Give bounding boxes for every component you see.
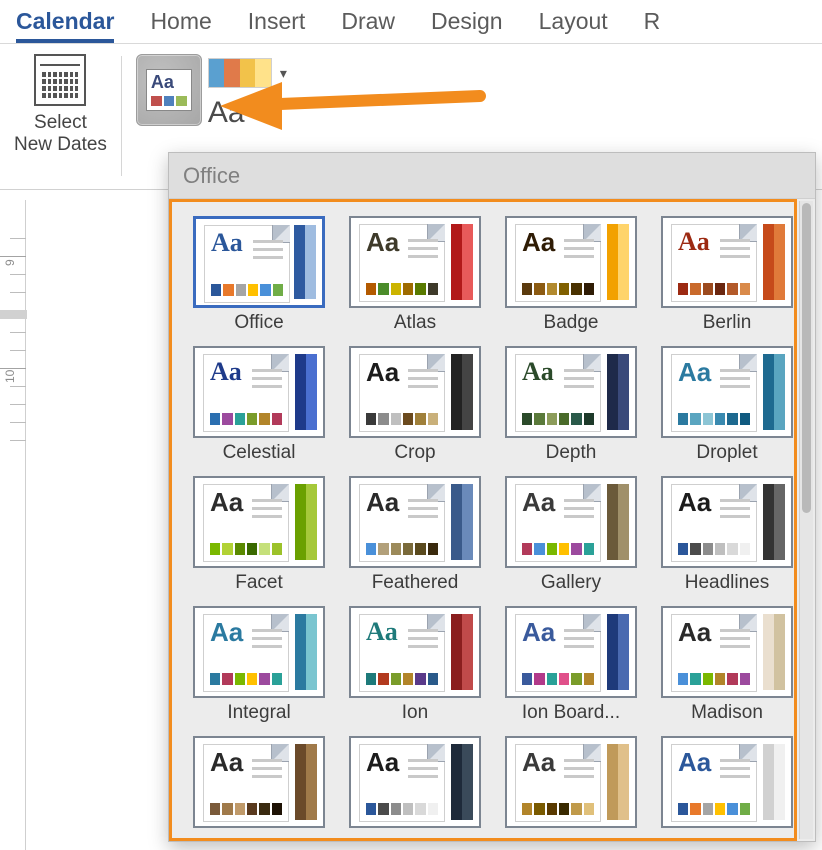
vertical-ruler: 9 10 — [0, 200, 26, 850]
theme-thumb[interactable]: Aa — [349, 476, 481, 568]
theme-thumb[interactable]: Aa — [349, 216, 481, 308]
tab-home[interactable]: Home — [150, 8, 211, 43]
theme-thumb[interactable]: Aa — [505, 346, 637, 438]
theme-cell: Aa Atlas — [342, 216, 488, 334]
theme-label: Depth — [546, 442, 597, 464]
theme-cell: Aa Feathered — [342, 476, 488, 594]
theme-cell: Aa Office — [186, 216, 332, 334]
theme-thumb[interactable]: Aa — [505, 736, 637, 828]
theme-label: Feathered — [372, 572, 459, 594]
gallery-section-header: Office — [169, 153, 815, 199]
theme-label: Integral — [227, 702, 290, 724]
theme-cell: Aa Depth — [498, 346, 644, 464]
theme-label: Ion — [402, 702, 428, 724]
theme-thumb[interactable]: Aa — [349, 606, 481, 698]
theme-cell: Aa Badge — [498, 216, 644, 334]
theme-label: Atlas — [394, 312, 436, 334]
gallery-scrollbar-thumb[interactable] — [802, 203, 811, 513]
theme-label: Droplet — [696, 442, 757, 464]
tab-next-partial[interactable]: R — [644, 8, 661, 43]
tab-draw[interactable]: Draw — [341, 8, 395, 43]
fonts-icon: Aa — [208, 96, 245, 130]
theme-cell: Aa — [498, 736, 644, 832]
theme-cell: Aa Facet — [186, 476, 332, 594]
theme-thumb[interactable]: Aa — [193, 736, 325, 828]
theme-thumb[interactable]: Aa — [505, 606, 637, 698]
theme-cell: Aa Berlin — [654, 216, 797, 334]
theme-cell: Aa Ion — [342, 606, 488, 724]
theme-thumb[interactable]: Aa — [505, 476, 637, 568]
themes-button[interactable]: Aa — [136, 54, 202, 126]
theme-thumb[interactable]: Aa — [193, 476, 325, 568]
tab-insert[interactable]: Insert — [248, 8, 306, 43]
theme-cell: Aa Ion Board... — [498, 606, 644, 724]
theme-label: Headlines — [685, 572, 770, 594]
theme-thumb[interactable]: Aa — [193, 216, 325, 308]
theme-label: Facet — [235, 572, 283, 594]
theme-cell: Aa Madison — [654, 606, 797, 724]
colors-button[interactable]: ▾ — [208, 58, 287, 88]
select-new-dates-label: Select New Dates — [14, 112, 107, 156]
select-new-dates-icon[interactable] — [34, 54, 86, 106]
ribbon-group-themes: Aa ▾ Aa ▾ — [122, 54, 287, 130]
theme-thumb[interactable]: Aa — [661, 346, 793, 438]
theme-label: Office — [234, 312, 283, 334]
theme-cell: Aa Droplet — [654, 346, 797, 464]
theme-cell: Aa — [186, 736, 332, 832]
theme-label: Ion Board... — [522, 702, 620, 724]
theme-thumb[interactable]: Aa — [193, 346, 325, 438]
theme-thumb[interactable]: Aa — [661, 606, 793, 698]
theme-cell: Aa Gallery — [498, 476, 644, 594]
themes-gallery: Office Aa Office Aa Atlas Aa Badge Aa Berlin Aa C… — [168, 152, 816, 842]
theme-label: Celestial — [223, 442, 296, 464]
ribbon-group-select-dates: Select New Dates — [0, 54, 121, 189]
tab-design[interactable]: Design — [431, 8, 503, 43]
theme-thumb[interactable]: Aa — [661, 736, 793, 828]
theme-cell: Aa Integral — [186, 606, 332, 724]
gallery-scrollbar[interactable] — [799, 201, 813, 839]
theme-thumb[interactable]: Aa — [193, 606, 325, 698]
theme-thumb[interactable]: Aa — [505, 216, 637, 308]
tab-calendar[interactable]: Calendar — [16, 8, 114, 43]
theme-cell: Aa Celestial — [186, 346, 332, 464]
theme-thumb[interactable]: Aa — [661, 216, 793, 308]
theme-label: Berlin — [703, 312, 752, 334]
theme-label: Madison — [691, 702, 763, 724]
theme-label: Badge — [544, 312, 599, 334]
theme-thumb[interactable]: Aa — [349, 346, 481, 438]
themes-icon: Aa — [146, 69, 192, 111]
theme-label: Gallery — [541, 572, 601, 594]
gallery-highlight-annotation: Aa Office Aa Atlas Aa Badge Aa Berlin Aa Celestia… — [169, 199, 797, 841]
theme-cell: Aa — [654, 736, 797, 832]
theme-cell: Aa Crop — [342, 346, 488, 464]
theme-thumb[interactable]: Aa — [661, 476, 793, 568]
theme-thumb[interactable]: Aa — [349, 736, 481, 828]
theme-cell: Aa Headlines — [654, 476, 797, 594]
chevron-down-icon: ▾ — [253, 105, 260, 122]
chevron-down-icon: ▾ — [280, 65, 287, 82]
ribbon-tabs: Calendar Home Insert Draw Design Layout … — [0, 0, 822, 44]
theme-cell: Aa — [342, 736, 488, 832]
fonts-button[interactable]: Aa ▾ — [208, 96, 260, 130]
tab-layout[interactable]: Layout — [539, 8, 608, 43]
themes-grid: Aa Office Aa Atlas Aa Badge Aa Berlin Aa Celestia… — [186, 216, 782, 832]
theme-label: Crop — [394, 442, 435, 464]
